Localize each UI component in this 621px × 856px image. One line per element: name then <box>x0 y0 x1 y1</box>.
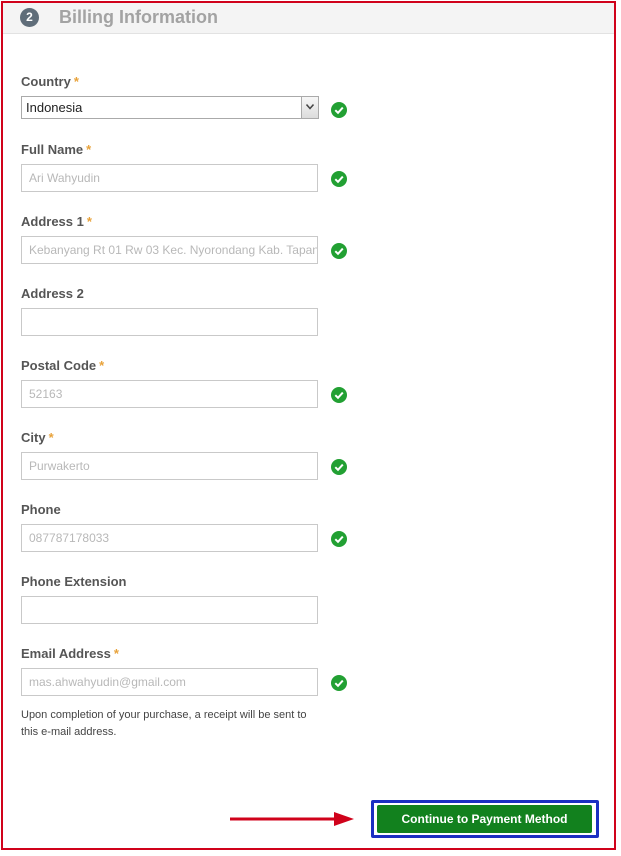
required-mark: * <box>48 430 54 445</box>
step-number-badge: 2 <box>20 8 39 27</box>
check-circle-icon <box>331 171 347 187</box>
postal-code-label-text: Postal Code <box>21 358 97 373</box>
continue-to-payment-button[interactable]: Continue to Payment Method <box>377 805 592 833</box>
postal-code-label: Postal Code * <box>21 358 104 373</box>
phone-extension-input[interactable] <box>21 596 318 624</box>
country-select-value: Indonesia <box>26 100 83 115</box>
email-label: Email Address * <box>21 646 119 661</box>
address2-input[interactable] <box>21 308 318 336</box>
phone-extension-label-text: Phone Extension <box>21 574 127 589</box>
arrow-right-icon <box>230 812 354 826</box>
chevron-down-icon[interactable] <box>301 97 318 118</box>
check-circle-icon <box>331 531 347 547</box>
address1-label-text: Address 1 <box>21 214 84 229</box>
address2-label-text: Address 2 <box>21 286 84 301</box>
address2-label: Address 2 <box>21 286 84 301</box>
email-input[interactable]: mas.ahwahyudin@gmail.com <box>21 668 318 696</box>
required-mark: * <box>73 74 79 89</box>
check-circle-icon <box>331 387 347 403</box>
address1-label: Address 1 * <box>21 214 92 229</box>
required-mark: * <box>86 214 92 229</box>
email-label-text: Email Address <box>21 646 111 661</box>
billing-panel: 2 Billing Information Country * Indonesia… <box>1 1 616 850</box>
full-name-input[interactable]: Ari Wahyudin <box>21 164 318 192</box>
city-input[interactable]: Purwakerto <box>21 452 318 480</box>
phone-label-text: Phone <box>21 502 61 517</box>
section-header: 2 Billing Information <box>3 3 614 34</box>
phone-label: Phone <box>21 502 61 517</box>
country-label-text: Country <box>21 74 71 89</box>
check-circle-icon <box>331 675 347 691</box>
check-circle-icon <box>331 459 347 475</box>
city-label-text: City <box>21 430 46 445</box>
required-mark: * <box>113 646 119 661</box>
phone-extension-label: Phone Extension <box>21 574 126 589</box>
check-circle-icon <box>331 243 347 259</box>
full-name-label: Full Name * <box>21 142 91 157</box>
city-label: City * <box>21 430 54 445</box>
postal-code-input[interactable]: 52163 <box>21 380 318 408</box>
country-select[interactable]: Indonesia <box>21 96 319 119</box>
address1-input[interactable]: Kebanyang Rt 01 Rw 03 Kec. Nyorondang Ka… <box>21 236 318 264</box>
check-circle-icon <box>331 102 347 118</box>
required-mark: * <box>99 358 105 373</box>
required-mark: * <box>86 142 92 157</box>
email-receipt-note: Upon completion of your purchase, a rece… <box>21 709 307 738</box>
section-title: Billing Information <box>59 7 218 27</box>
country-label: Country * <box>21 74 79 89</box>
full-name-label-text: Full Name <box>21 142 84 157</box>
phone-input[interactable]: 087787178033 <box>21 524 318 552</box>
